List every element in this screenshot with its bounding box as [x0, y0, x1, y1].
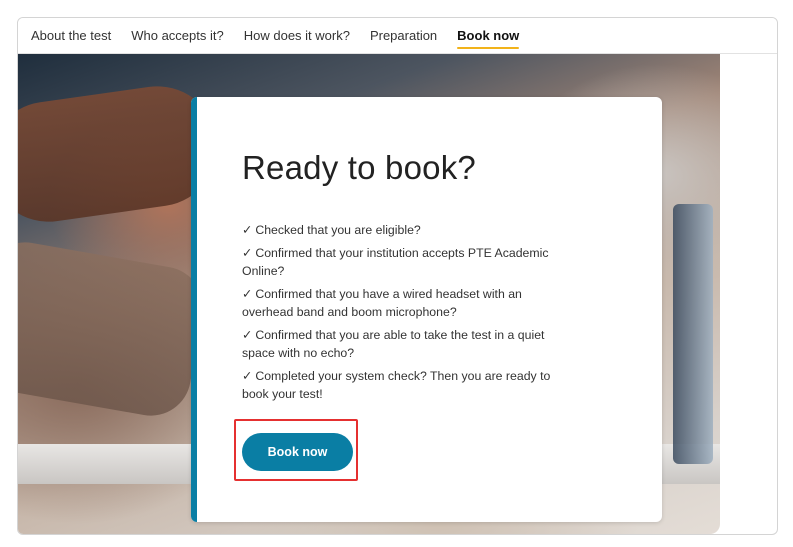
nav-about-the-test[interactable]: About the test	[31, 27, 111, 45]
check-icon: ✓	[242, 223, 253, 237]
checklist-item-text: Checked that you are eligible?	[255, 223, 421, 237]
booking-card: Ready to book? ✓ Checked that you are eli…	[191, 97, 662, 522]
hero-background-image: Ready to book? ✓ Checked that you are eli…	[18, 54, 720, 534]
checklist-item: ✓ Checked that you are eligible?	[242, 221, 560, 239]
checklist-item: ✓ Confirmed that you have a wired headset…	[242, 285, 560, 321]
checklist-item: ✓ Confirmed that you are able to take the…	[242, 326, 560, 362]
check-icon: ✓	[242, 328, 253, 342]
nav-who-accepts-it[interactable]: Who accepts it?	[131, 27, 224, 45]
section-nav: About the test Who accepts it? How does …	[18, 18, 777, 54]
checklist-item-text: Completed your system check? Then you ar…	[242, 369, 551, 401]
check-icon: ✓	[242, 287, 253, 301]
book-now-button[interactable]: Book now	[242, 433, 353, 471]
nav-preparation[interactable]: Preparation	[370, 27, 437, 45]
check-icon: ✓	[242, 246, 253, 260]
check-icon: ✓	[242, 369, 253, 383]
checklist-item-text: Confirmed that you have a wired headset …	[242, 287, 522, 319]
checklist-item: ✓ Completed your system check? Then you a…	[242, 367, 560, 403]
checklist-item-text: Confirmed that you are able to take the …	[242, 328, 545, 360]
card-title: Ready to book?	[242, 149, 476, 186]
nav-how-does-it-work[interactable]: How does it work?	[244, 27, 350, 45]
hero-screen-shape	[673, 204, 713, 464]
checklist-item-text: Confirmed that your institution accepts …	[242, 246, 549, 278]
hero-arm-shape	[18, 236, 210, 422]
checklist-item: ✓ Confirmed that your institution accepts…	[242, 244, 560, 280]
card-accent-bar	[191, 97, 197, 522]
readiness-checklist: ✓ Checked that you are eligible? ✓ Confirm…	[242, 221, 560, 408]
nav-book-now[interactable]: Book now	[457, 27, 520, 49]
browser-frame: About the test Who accepts it? How does …	[17, 17, 778, 535]
